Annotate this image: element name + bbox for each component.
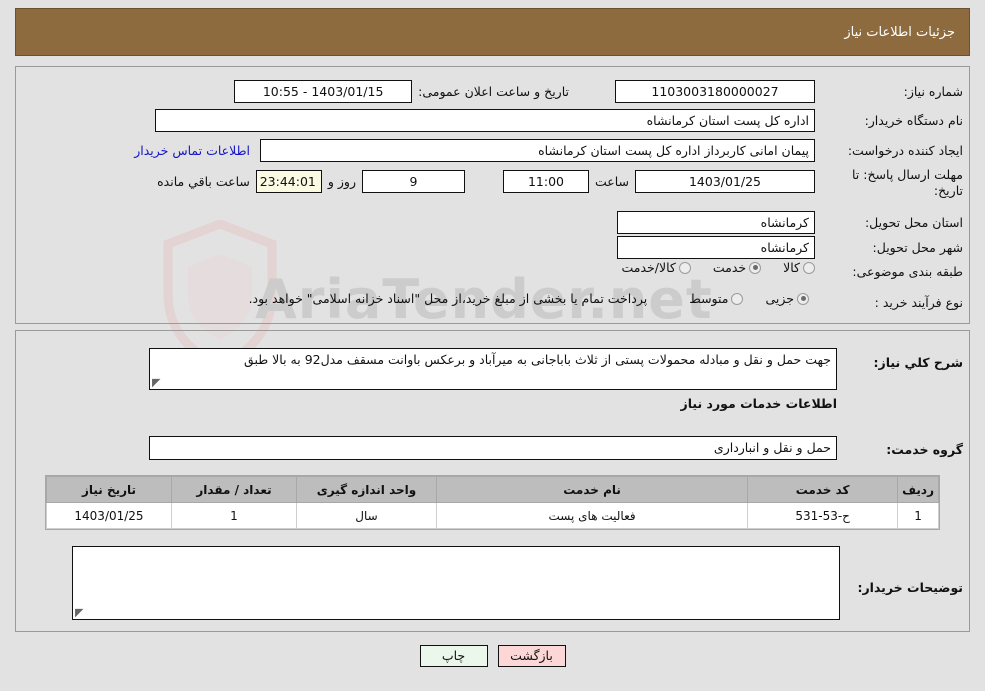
label-delivery-province: استان محل تحویل:: [864, 215, 963, 230]
label-countdown: ساعت باقي مانده: [157, 174, 250, 189]
label-general-desc: شرح كلي نياز:: [873, 355, 963, 370]
label-need-number: شماره نیاز:: [903, 84, 963, 99]
cell-unit: سال: [296, 502, 437, 529]
label-purchase-type: نوع فرآیند خرید :: [874, 295, 963, 310]
purchase-type-radio-group: جزیی متوسط پرداخت تمام یا بخشی از مبلغ خ…: [243, 291, 809, 306]
buyer-notes-resize-grip-icon[interactable]: ◥: [75, 606, 85, 619]
table-header-row: ردیف کد خدمت نام خدمت واحد اندازه گیری ت…: [46, 476, 939, 503]
col-need-date: تاریخ نیاز: [46, 476, 172, 503]
purchase-type-note: پرداخت تمام یا بخشی از مبلغ خرید،از محل …: [248, 291, 648, 306]
delivery-province-value: کرمانشاه: [617, 211, 815, 234]
page-title: جزئیات اطلاعات نیاز: [844, 24, 955, 40]
deadline-countdown: 23:44:01: [255, 170, 322, 193]
category-option-khedmat-label: خدمت: [712, 260, 747, 275]
radio-jozii-icon[interactable]: [797, 292, 809, 305]
delivery-city-value: کرمانشاه: [617, 236, 815, 259]
cell-code: ح-53-531: [747, 502, 899, 529]
label-buyer-notes: توضیحات خریدار:: [857, 580, 963, 595]
purchase-option-jozii-label: جزیی: [765, 291, 794, 306]
buyer-org-value: اداره کل پست استان کرمانشاه: [155, 109, 815, 132]
general-desc-value: جهت حمل و نقل و مبادله محمولات پستی از ث…: [244, 352, 831, 367]
table-row: 1 ح-53-531 فعالیت های پست سال 1 1403/01/…: [46, 502, 939, 529]
page-header-bar: جزئیات اطلاعات نیاز: [15, 8, 970, 56]
general-desc-textarea[interactable]: جهت حمل و نقل و مبادله محمولات پستی از ث…: [149, 348, 837, 390]
label-public-announce: تاریخ و ساعت اعلان عمومی:: [418, 84, 569, 99]
cell-quantity: 1: [171, 502, 297, 529]
service-items-table: ردیف کد خدمت نام خدمت واحد اندازه گیری ت…: [46, 476, 939, 529]
need-number-row: 1103003180000027: [615, 80, 815, 103]
buyer-contact-link[interactable]: اطلاعات تماس خریدار: [134, 143, 250, 158]
radio-khedmat-icon[interactable]: [749, 261, 762, 274]
category-option-kala-khedmat-label: کالا/خدمت: [621, 260, 676, 275]
purchase-option-motavaset-label: متوسط: [689, 291, 729, 306]
cell-radif: 1: [897, 502, 939, 529]
cell-need-date: 1403/01/25: [46, 502, 172, 529]
category-option-kala-label: کالا: [783, 260, 800, 275]
deadline-time: 11:00: [502, 170, 589, 193]
radio-kala-khedmat-icon[interactable]: [678, 261, 691, 274]
public-announce-row: تاریخ و ساعت اعلان عمومی: 1403/01/15 - 1…: [234, 80, 575, 103]
category-radio-group: کالا خدمت کالا/خدمت: [603, 260, 815, 275]
col-unit: واحد اندازه گیری: [296, 476, 437, 503]
label-delivery-city: شهر محل تحویل:: [872, 240, 963, 255]
service-items-table-wrap: ردیف کد خدمت نام خدمت واحد اندازه گیری ت…: [45, 475, 940, 530]
public-announce-value: 1403/01/15 - 10:55: [234, 80, 413, 103]
back-button[interactable]: بازگشت: [497, 645, 566, 667]
radio-motavaset-icon[interactable]: [731, 292, 744, 305]
purchase-option-jozii[interactable]: جزیی: [761, 291, 809, 306]
resize-grip-icon[interactable]: ◥: [152, 376, 162, 389]
label-service-group: گروه خدمت:: [886, 442, 963, 457]
deadline-row: 1403/01/25 ساعت 11:00 9 روز و 23:44:01 س…: [151, 170, 815, 193]
label-deadline-time: ساعت: [594, 174, 629, 189]
services-heading: اطلاعات خدمات مورد نیاز: [680, 396, 838, 411]
button-bar: بازگشت چاپ: [0, 645, 985, 667]
col-code: کد خدمت: [747, 476, 899, 503]
need-number-value: 1103003180000027: [615, 80, 815, 103]
purchase-option-motavaset[interactable]: متوسط: [685, 291, 744, 306]
cell-name: فعالیت های پست: [435, 502, 749, 529]
category-option-kala-khedmat[interactable]: کالا/خدمت: [617, 260, 691, 275]
service-group-value: حمل و نقل و انبارداری: [149, 436, 837, 460]
col-quantity: تعداد / مقدار: [171, 476, 297, 503]
requester-row: پیمان امانی کاربرداز اداره کل پست استان …: [134, 139, 815, 162]
label-requester: ایجاد کننده درخواست:: [847, 143, 963, 158]
delivery-province-row: کرمانشاه: [617, 211, 815, 234]
radio-kala-icon[interactable]: [803, 261, 815, 274]
requester-value: پیمان امانی کاربرداز اداره کل پست استان …: [260, 139, 815, 162]
category-option-kala[interactable]: کالا: [779, 260, 815, 275]
label-days: روز و: [327, 174, 356, 189]
deadline-days: 9: [361, 170, 465, 193]
label-deadline: مهلت ارسال پاسخ: تا تاریخ:: [852, 167, 963, 198]
buyer-org-row: اداره کل پست استان کرمانشاه: [155, 109, 815, 132]
category-option-khedmat[interactable]: خدمت: [709, 260, 762, 275]
print-button[interactable]: چاپ: [419, 645, 488, 667]
delivery-city-row: کرمانشاه: [617, 236, 815, 259]
col-name: نام خدمت: [435, 476, 749, 503]
label-buyer-org: نام دستگاه خریدار:: [864, 113, 963, 128]
buyer-notes-textarea[interactable]: ◥: [72, 546, 840, 620]
label-category: طبقه بندی موضوعی:: [852, 264, 963, 279]
deadline-date: 1403/01/25: [635, 170, 815, 193]
col-radif: ردیف: [897, 476, 939, 503]
